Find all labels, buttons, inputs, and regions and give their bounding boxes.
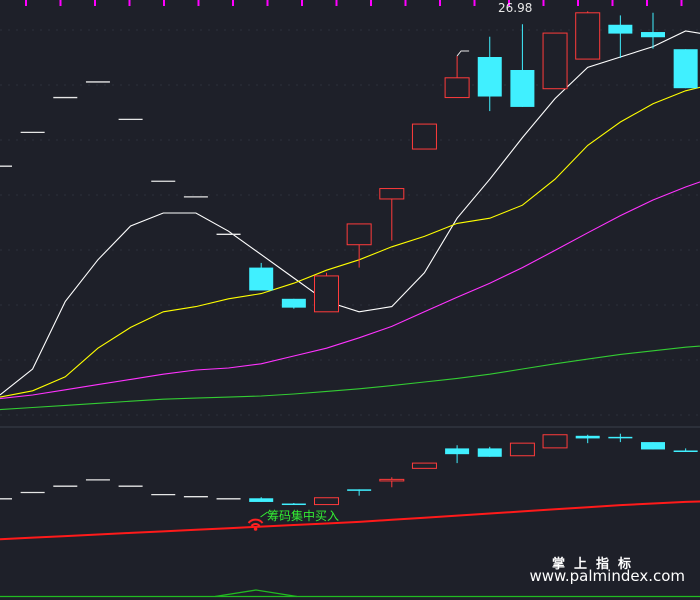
main-candle-19: [608, 24, 633, 34]
main-candle-20: [641, 32, 665, 38]
main-candle-8: [249, 267, 274, 291]
main-candle-10: [314, 275, 339, 313]
chart-background: [0, 0, 700, 600]
main-candle-14: [444, 77, 470, 99]
main-candle-15: [477, 57, 502, 97]
sub-candle-8: [249, 498, 274, 502]
sub-candle-17: [542, 434, 568, 449]
main-candle-9: [281, 298, 306, 308]
signal-dot: [253, 527, 258, 531]
main-candle-21: [673, 49, 698, 89]
sub-candle-13: [411, 462, 437, 469]
sub-candle-10: [314, 497, 339, 506]
main-candle-11: [346, 223, 372, 246]
main-candle-16: [510, 70, 535, 107]
sub-candle-16: [509, 442, 535, 457]
main-candle-12: [379, 188, 405, 200]
watermark-url: www.palmindex.com: [529, 567, 685, 585]
high-price-label: 26.98: [498, 1, 533, 15]
signal-label: 筹码集中买入: [267, 509, 340, 523]
main-candle-18: [575, 12, 601, 60]
sub-candle-21: [673, 450, 698, 452]
sub-candle-12: [379, 478, 405, 482]
sub-candle-9: [281, 503, 306, 506]
chart-canvas: [0, 0, 700, 600]
sub-candle-19: [608, 436, 633, 439]
sub-candle-15: [477, 448, 502, 457]
sub-candle-14: [445, 448, 470, 455]
sub-candle-11: [347, 489, 372, 491]
sub-candle-18: [575, 435, 600, 439]
main-candle-17: [542, 32, 568, 90]
sub-candle-20: [641, 442, 665, 450]
main-candle-13: [411, 123, 437, 150]
